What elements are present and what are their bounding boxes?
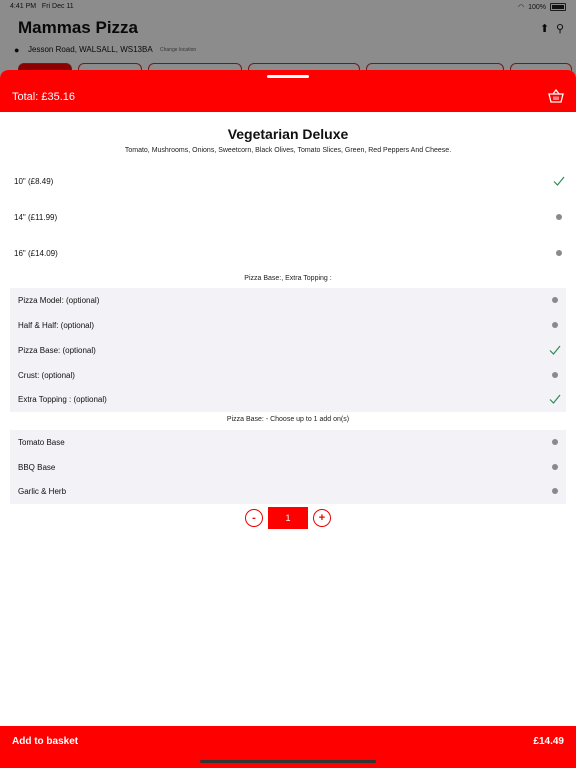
- checkmark-icon: [549, 394, 561, 404]
- option-label: Crust: (optional): [18, 371, 75, 380]
- unselected-dot-icon: [552, 439, 558, 445]
- unselected-dot-icon: [552, 488, 558, 494]
- basket-total: Total: £35.16: [12, 91, 75, 103]
- quantity-value[interactable]: 1: [268, 507, 308, 529]
- option-group: Tomato Base BBQ Base Garlic & Herb: [10, 430, 566, 504]
- size-option[interactable]: 16" (£14.09): [0, 243, 576, 263]
- unselected-dot-icon: [552, 464, 558, 470]
- home-indicator: [200, 760, 376, 763]
- size-option[interactable]: 10" (£8.49): [0, 171, 576, 191]
- group-title: Pizza Base:, Extra Topping :: [244, 275, 332, 282]
- increase-quantity-button[interactable]: +: [313, 509, 331, 527]
- basket-icon[interactable]: [548, 89, 564, 103]
- option-group: Pizza Model: (optional) Half & Half: (op…: [10, 288, 566, 412]
- option-row[interactable]: BBQ Base: [10, 455, 566, 480]
- decrease-quantity-button[interactable]: -: [245, 509, 263, 527]
- item-price: £14.49: [533, 736, 564, 747]
- product-title: Vegetarian Deluxe: [227, 126, 349, 142]
- option-label: Extra Topping : (optional): [18, 395, 107, 404]
- option-row[interactable]: Crust: (optional): [10, 363, 566, 388]
- option-label: Pizza Base: (optional): [18, 346, 96, 355]
- option-row[interactable]: Tomato Base: [10, 430, 566, 455]
- size-label: 14" (£11.99): [14, 213, 58, 222]
- sheet-grabber[interactable]: [267, 75, 309, 78]
- option-row[interactable]: Extra Topping : (optional): [10, 387, 566, 412]
- unselected-dot-icon: [552, 297, 558, 303]
- unselected-dot-icon: [552, 372, 558, 378]
- size-option[interactable]: 14" (£11.99): [0, 207, 576, 227]
- unselected-dot-icon: [556, 250, 562, 256]
- size-label: 10" (£8.49): [14, 177, 54, 186]
- add-to-basket-button[interactable]: Add to basket: [12, 736, 78, 747]
- option-label: Garlic & Herb: [18, 487, 67, 496]
- option-row[interactable]: Pizza Model: (optional): [10, 288, 566, 313]
- size-label: 16" (£14.09): [14, 249, 58, 258]
- group-title: Pizza Base: - Choose up to 1 add on(s): [226, 416, 350, 423]
- product-sheet: Total: £35.16 Vegetarian Deluxe Tomato, …: [0, 70, 576, 768]
- checkmark-icon: [553, 176, 565, 186]
- option-label: Half & Half: (optional): [18, 321, 95, 330]
- option-label: Pizza Model: (optional): [18, 296, 100, 305]
- option-row[interactable]: Pizza Base: (optional): [10, 338, 566, 363]
- unselected-dot-icon: [552, 322, 558, 328]
- option-row[interactable]: Half & Half: (optional): [10, 313, 566, 338]
- product-description: Tomato, Mushrooms, Onions, Sweetcorn, Bl…: [124, 147, 452, 154]
- option-label: BBQ Base: [18, 463, 56, 472]
- checkmark-icon: [549, 345, 561, 355]
- unselected-dot-icon: [556, 214, 562, 220]
- option-label: Tomato Base: [18, 438, 65, 447]
- quantity-stepper: - 1 +: [0, 507, 576, 529]
- option-row[interactable]: Garlic & Herb: [10, 479, 566, 504]
